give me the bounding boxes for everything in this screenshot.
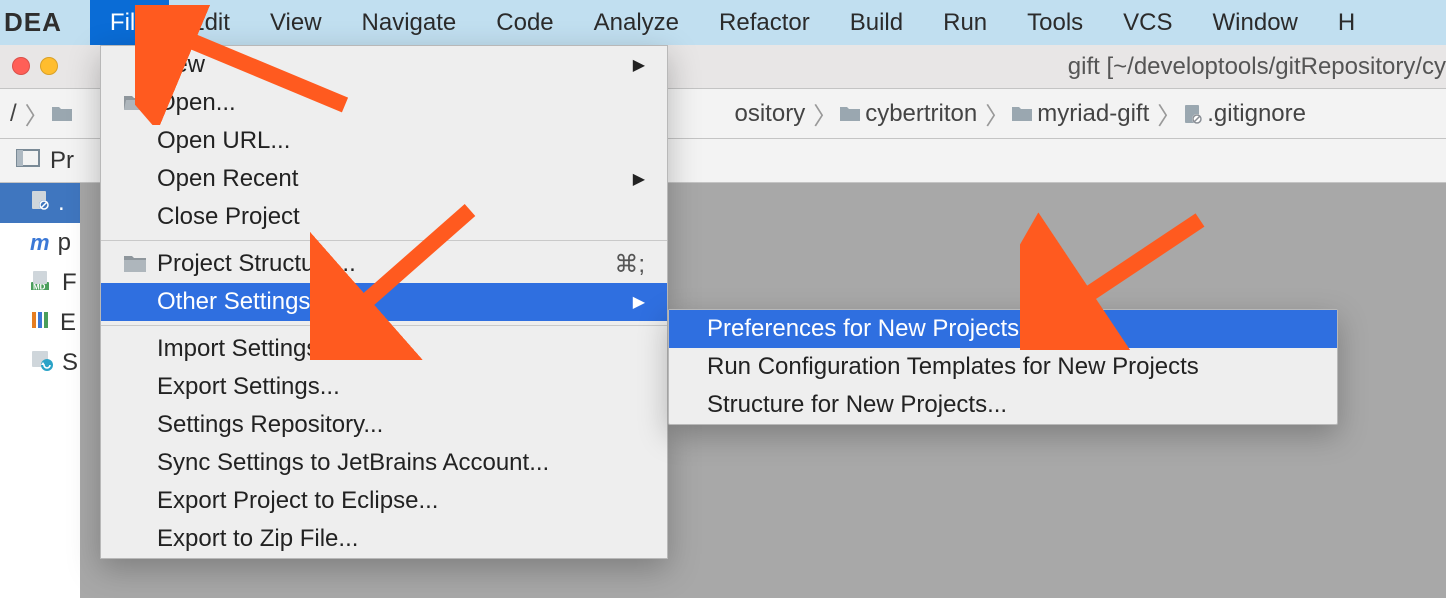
breadcrumb-item-label: myriad-gift <box>1037 100 1149 128</box>
menu-item-label: New <box>157 51 205 79</box>
menu-edit[interactable]: Edit <box>169 0 250 45</box>
breadcrumb-item-myriad-gift[interactable]: myriad-gift 〉 <box>1011 96 1183 131</box>
menu-run[interactable]: Run <box>923 0 1007 45</box>
project-tab-icon[interactable] <box>16 147 40 175</box>
menu-item-open-recent[interactable]: Open Recent ▶ <box>101 160 667 198</box>
menubar: DEA File Edit View Navigate Code Analyze… <box>0 0 1446 45</box>
ide-logo-fragment: DEA <box>4 7 62 38</box>
submenu-item-structure-new-projects[interactable]: Structure for New Projects... <box>669 386 1337 424</box>
project-structure-icon <box>123 254 147 274</box>
submenu-arrow-icon: ▶ <box>633 292 645 312</box>
tree-item-md[interactable]: MD F <box>0 263 80 303</box>
tree-item-ps[interactable]: S <box>0 343 80 383</box>
submenu-item-label: Run Configuration Templates for New Proj… <box>707 353 1199 381</box>
breadcrumb-item-label: ository <box>735 100 806 128</box>
menu-tools[interactable]: Tools <box>1007 0 1103 45</box>
tree-item-label: S <box>62 349 78 377</box>
menu-item-label: Sync Settings to JetBrains Account... <box>157 449 549 477</box>
menu-vcs[interactable]: VCS <box>1103 0 1192 45</box>
menu-navigate[interactable]: Navigate <box>342 0 477 45</box>
file-gitignore-icon <box>30 189 50 217</box>
maven-icon: m <box>30 230 50 256</box>
menu-item-label: Import Settings... <box>157 335 338 363</box>
submenu-item-preferences-new-projects[interactable]: Preferences for New Projects... <box>669 310 1337 348</box>
chevron-right-icon: 〉 <box>1157 96 1181 131</box>
menu-item-export-eclipse[interactable]: Export Project to Eclipse... <box>101 482 667 520</box>
markdown-icon: MD <box>30 269 54 297</box>
tree-item-label: F <box>62 269 77 297</box>
menu-help-truncated[interactable]: H <box>1318 0 1375 45</box>
tree-item-label: E <box>60 309 76 337</box>
menu-item-new[interactable]: New ▶ <box>101 46 667 84</box>
menu-item-settings-repository[interactable]: Settings Repository... <box>101 406 667 444</box>
breadcrumb-item-label: .gitignore <box>1207 100 1306 128</box>
keyboard-shortcut: ⌘; <box>614 250 645 279</box>
scratches-icon <box>30 349 54 378</box>
submenu-item-label: Structure for New Projects... <box>707 391 1007 419</box>
window-title: gift [~/developtools/gitRepository/cy <box>1068 53 1446 81</box>
menu-item-import-settings[interactable]: Import Settings... <box>101 330 667 368</box>
menu-item-open-url[interactable]: Open URL... <box>101 122 667 160</box>
menu-window[interactable]: Window <box>1193 0 1318 45</box>
submenu-arrow-icon: ▶ <box>633 55 645 75</box>
breadcrumb-item-gitignore[interactable]: .gitignore <box>1183 100 1306 128</box>
menu-item-label: Open URL... <box>157 127 290 155</box>
tree-item-label: p <box>58 229 71 257</box>
open-folder-icon <box>123 93 147 113</box>
traffic-lights <box>12 57 58 75</box>
tree-item-m[interactable]: m p <box>0 223 80 263</box>
menu-item-label: Settings Repository... <box>157 411 383 439</box>
menu-item-sync-settings[interactable]: Sync Settings to JetBrains Account... <box>101 444 667 482</box>
menu-item-label: Open... <box>157 89 236 117</box>
tree-item-label: . <box>58 189 65 217</box>
breadcrumb-folder-icon-trunc[interactable] <box>51 105 73 123</box>
menu-item-label: Open Recent <box>157 165 298 193</box>
breadcrumb-root[interactable]: / 〉 <box>10 96 51 131</box>
file-menu-dropdown: New ▶ Open... Open URL... Open Recent ▶ … <box>100 45 668 559</box>
project-tree: . m p MD F E S <box>0 183 80 598</box>
folder-icon <box>1011 105 1033 123</box>
chevron-right-icon: 〉 <box>25 96 49 131</box>
menu-separator <box>101 240 667 241</box>
menu-item-project-structure[interactable]: Project Structure... ⌘; <box>101 245 667 283</box>
tree-item-bars[interactable]: E <box>0 303 80 343</box>
menu-item-export-zip[interactable]: Export to Zip File... <box>101 520 667 558</box>
menu-item-close-project[interactable]: Close Project <box>101 198 667 236</box>
menu-build[interactable]: Build <box>830 0 923 45</box>
file-gitignore-icon <box>1183 104 1203 124</box>
menu-item-label: Other Settings <box>157 288 310 316</box>
folder-icon <box>839 105 861 123</box>
menu-item-label: Export Project to Eclipse... <box>157 487 438 515</box>
submenu-item-run-config-templates[interactable]: Run Configuration Templates for New Proj… <box>669 348 1337 386</box>
menu-file[interactable]: File <box>90 0 169 45</box>
menu-item-label: Export Settings... <box>157 373 340 401</box>
menu-item-export-settings[interactable]: Export Settings... <box>101 368 667 406</box>
chevron-right-icon: 〉 <box>813 96 837 131</box>
libraries-icon <box>30 309 52 337</box>
menu-analyze[interactable]: Analyze <box>574 0 699 45</box>
tree-item-gitignore[interactable]: . <box>0 183 80 223</box>
close-window-icon[interactable] <box>12 57 30 75</box>
minimize-window-icon[interactable] <box>40 57 58 75</box>
menu-item-label: Export to Zip File... <box>157 525 358 553</box>
menu-separator <box>101 325 667 326</box>
menu-item-other-settings[interactable]: Other Settings ▶ <box>101 283 667 321</box>
menu-item-open[interactable]: Open... <box>101 84 667 122</box>
project-tab-label[interactable]: Pr <box>50 147 74 175</box>
breadcrumb-item-label: cybertriton <box>865 100 977 128</box>
submenu-arrow-icon: ▶ <box>633 169 645 189</box>
chevron-right-icon: 〉 <box>985 96 1009 131</box>
menu-item-label: Project Structure... <box>157 250 356 278</box>
submenu-item-label: Preferences for New Projects... <box>707 315 1039 343</box>
menu-view[interactable]: View <box>250 0 342 45</box>
menu-refactor[interactable]: Refactor <box>699 0 830 45</box>
other-settings-submenu: Preferences for New Projects... Run Conf… <box>668 309 1338 425</box>
folder-icon <box>51 105 73 123</box>
menu-item-label: Close Project <box>157 203 300 231</box>
breadcrumb-root-label: / <box>10 100 17 128</box>
breadcrumb-item-ository[interactable]: ository 〉 <box>735 96 840 131</box>
menu-code[interactable]: Code <box>476 0 573 45</box>
breadcrumb-item-cybertriton[interactable]: cybertriton 〉 <box>839 96 1011 131</box>
